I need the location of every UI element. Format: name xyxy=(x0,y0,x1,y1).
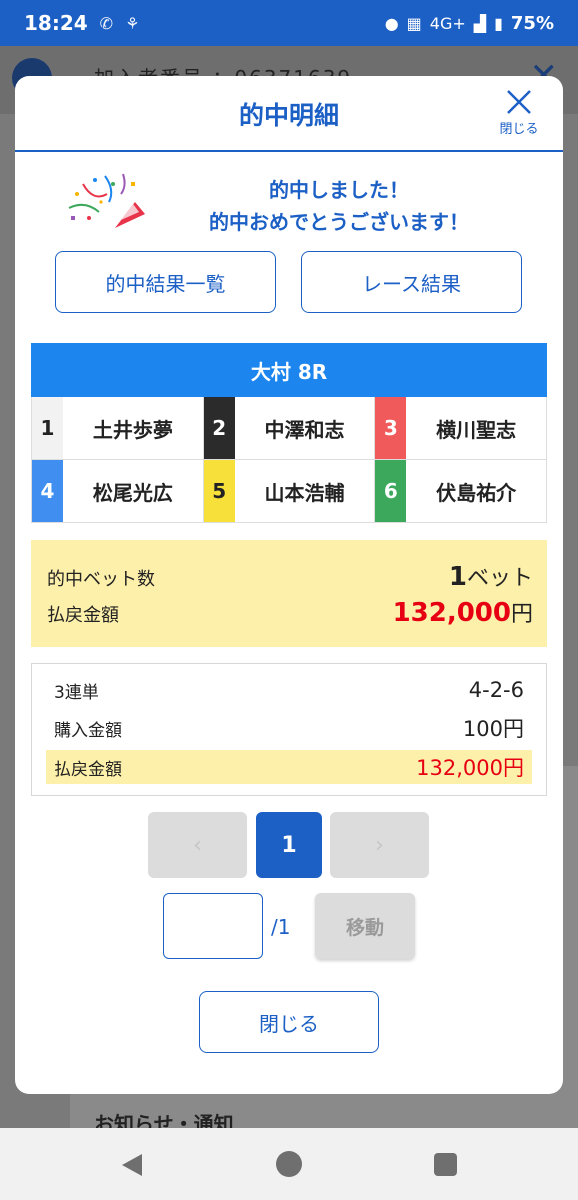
page-number-input[interactable] xyxy=(163,893,263,959)
bet-type: 3連単 xyxy=(54,682,99,703)
entry-cell: 5 山本浩輔 xyxy=(203,460,376,523)
clock: 18:24 xyxy=(24,11,88,35)
race-title: 大村 8R xyxy=(31,343,547,397)
hit-results-list-button[interactable]: 的中結果一覧 xyxy=(55,251,276,313)
entry-name: 横川聖志 xyxy=(436,417,517,442)
entry-cell: 1 土井歩夢 xyxy=(32,397,204,460)
congrats-message: 的中しました！ 的中おめでとうございます！ xyxy=(15,152,563,242)
entry-number: 1 xyxy=(32,397,63,459)
hit-bets-count: 1 xyxy=(448,562,467,592)
detail-payout-value: 132,000円 xyxy=(416,752,524,782)
congrats-line-1: 的中しました！ xyxy=(269,178,409,202)
status-bar: 18:24 ✆ ⚘ ● ▦ 4G+ ▟ ▮ 75% xyxy=(0,0,578,46)
hit-summary: 的中ベット数 1ベット 払戻金額 132,000円 xyxy=(31,540,547,647)
payout-row: 払戻金額 132,000円 xyxy=(47,596,533,628)
hit-bets-row: 的中ベット数 1ベット xyxy=(47,560,533,592)
entry-cell: 6 伏島祐介 xyxy=(375,460,547,523)
battery-icon: ▮ xyxy=(494,13,503,33)
entries-grid: 1 土井歩夢 2 中澤和志 3 横川聖志 4 松尾光広 5 山本浩輔 6 伏島祐介 xyxy=(31,397,547,523)
modal-title: 的中明細 xyxy=(238,101,339,130)
total-pages: /1 xyxy=(271,915,291,939)
bet-detail: 3連単 4-2-6 購入金額 100円 払戻金額 132,000円 xyxy=(31,663,547,796)
detail-payout-amount: 132,000 xyxy=(416,756,503,780)
payout-unit: 円 xyxy=(510,602,533,627)
entry-name: 中澤和志 xyxy=(264,417,345,442)
entry-number: 3 xyxy=(375,397,407,459)
detail-payout-row: 払戻金額 132,000円 xyxy=(46,750,532,784)
bet-type-row: 3連単 4-2-6 xyxy=(54,674,524,706)
app-notification-icon: ⚘ xyxy=(125,13,140,33)
entry-cell: 3 横川聖志 xyxy=(375,397,547,460)
chevron-left-icon: ‹ xyxy=(193,832,202,858)
android-nav-bar xyxy=(0,1128,578,1200)
modal-close-button[interactable]: 閉じる xyxy=(489,88,549,137)
page-1-button[interactable]: 1 xyxy=(256,812,322,878)
race-card: 大村 8R 1 土井歩夢 2 中澤和志 3 横川聖志 4 松尾光広 5 山本浩輔 6 伏島祐… xyxy=(31,343,547,523)
home-icon[interactable] xyxy=(276,1151,302,1177)
network-type: 4G+ xyxy=(429,13,466,33)
entry-number: 5 xyxy=(203,460,235,522)
entry-name: 土井歩夢 xyxy=(92,417,173,442)
hit-bets-unit: ベット xyxy=(466,566,533,591)
bet-combination: 4-2-6 xyxy=(468,678,524,702)
purchase-value: 100円 xyxy=(463,713,524,743)
entry-number: 6 xyxy=(375,460,407,522)
back-icon[interactable] xyxy=(120,1152,144,1178)
prev-page-button[interactable]: ‹ xyxy=(148,812,247,878)
entry-number: 2 xyxy=(203,397,235,459)
payout-value: 132,000円 xyxy=(393,596,533,628)
close-label: 閉じる xyxy=(499,122,539,137)
notice-heading: お知らせ・通知 xyxy=(94,1112,234,1128)
modal-header: 的中明細 閉じる xyxy=(15,76,563,152)
purchase-row: 購入金額 100円 xyxy=(54,712,524,744)
close-icon xyxy=(507,90,531,114)
purchase-amount: 100 xyxy=(462,717,503,741)
call-icon: ✆ xyxy=(99,13,114,33)
entry-cell: 2 中澤和志 xyxy=(203,397,376,460)
next-page-button[interactable]: › xyxy=(330,812,429,878)
hit-detail-modal: 的中明細 閉じる 的中しました！ 的中おめでとうございます！ 的中結果一覧 レー… xyxy=(15,76,563,1094)
payout-amount: 132,000 xyxy=(392,598,511,628)
entry-name: 伏島祐介 xyxy=(436,480,517,505)
race-result-button[interactable]: レース結果 xyxy=(301,251,522,313)
hit-bets-value: 1ベット xyxy=(449,560,533,592)
entry-name: 山本浩輔 xyxy=(264,480,345,505)
notification-dot-icon: ● xyxy=(384,13,399,33)
status-right: ● ▦ 4G+ ▟ ▮ 75% xyxy=(385,13,554,34)
wifi-icon: ▦ xyxy=(406,13,422,33)
payout-label: 払戻金額 xyxy=(47,605,119,626)
move-button[interactable]: 移動 xyxy=(315,893,415,959)
entry-name: 松尾光広 xyxy=(92,480,173,505)
chevron-right-icon: › xyxy=(375,832,384,858)
detail-payout-unit: 円 xyxy=(503,756,524,780)
entry-number: 4 xyxy=(32,460,63,522)
hit-bets-label: 的中ベット数 xyxy=(47,569,155,590)
congrats-line-2: 的中おめでとうございます！ xyxy=(209,210,469,234)
purchase-unit: 円 xyxy=(503,717,524,741)
detail-payout-label: 払戻金額 xyxy=(54,759,122,780)
close-button[interactable]: 閉じる xyxy=(199,991,379,1053)
recents-icon[interactable] xyxy=(434,1153,457,1176)
entry-cell: 4 松尾光広 xyxy=(32,460,204,523)
purchase-label: 購入金額 xyxy=(54,720,122,741)
battery-level: 75% xyxy=(510,12,554,34)
party-popper-icon xyxy=(68,173,145,228)
signal-icon: ▟ xyxy=(473,13,487,33)
